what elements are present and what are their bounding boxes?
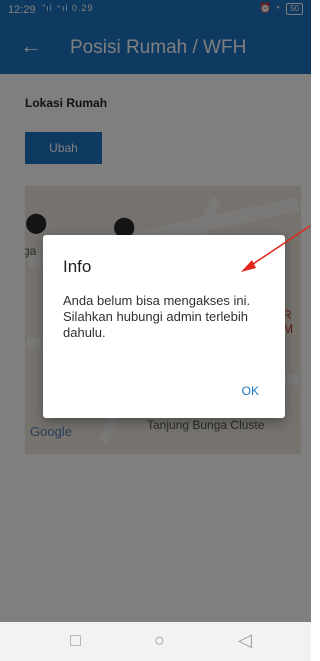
annotation-arrow: [241, 225, 311, 272]
